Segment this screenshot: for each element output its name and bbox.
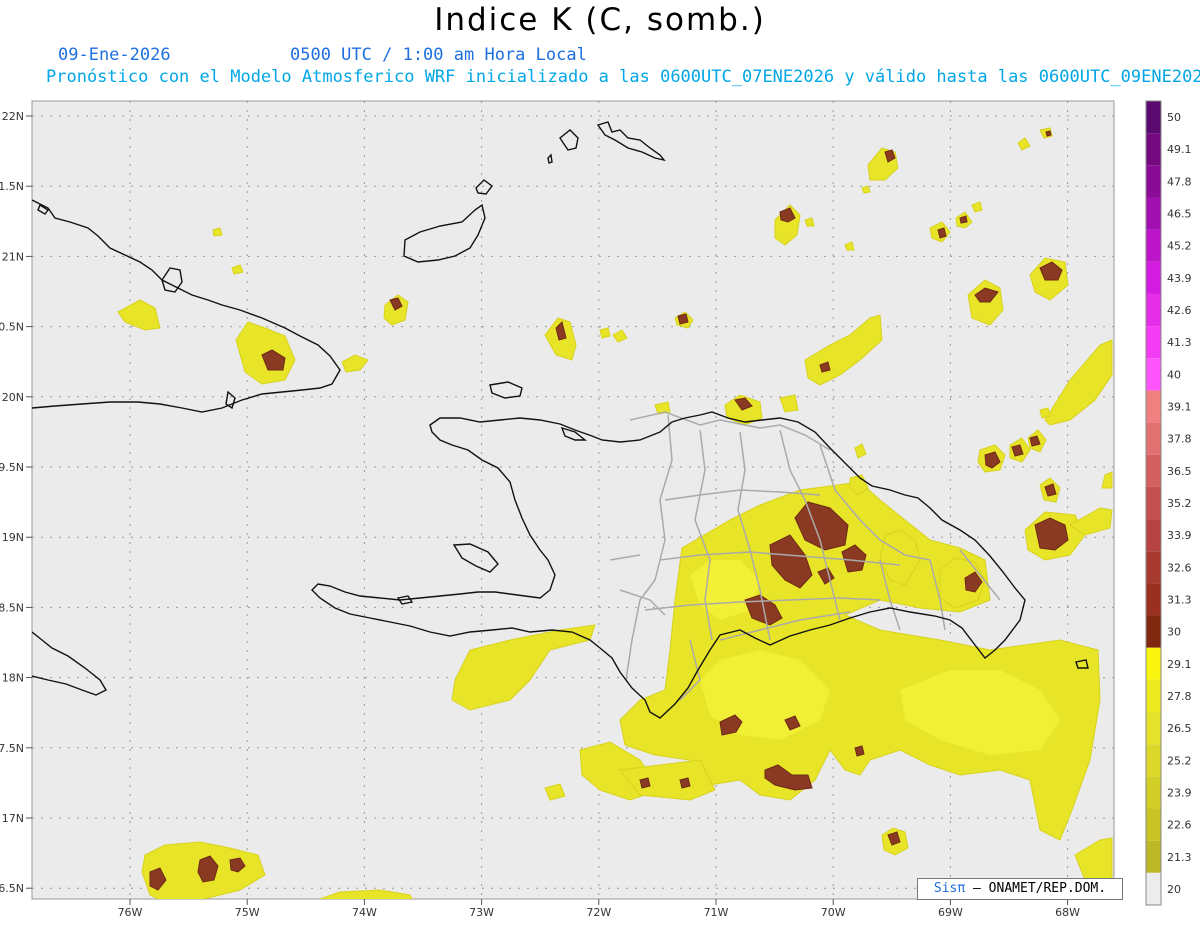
lon-label: 71W [704,906,729,919]
colorbar-label: 47.8 [1167,175,1192,188]
colorbar-label: 30 [1167,626,1181,639]
lat-label: 21.5N [0,180,24,193]
colorbar-label: 45.2 [1167,240,1192,253]
colorbar-swatch [1146,293,1161,327]
colorbar-swatch [1146,101,1161,134]
colorbar-label: 32.6 [1167,561,1192,574]
sispi-logo: Sisπ [933,881,966,896]
lon-label: 75W [235,906,260,919]
colorbar-label: 43.9 [1167,272,1192,285]
colorbar-swatch [1146,229,1161,262]
lat-label: 20.5N [0,321,24,334]
colorbar-label: 39.1 [1167,401,1192,414]
colorbar-swatch [1146,197,1161,230]
colorbar-label: 22.6 [1167,819,1192,832]
colorbar-swatch [1146,808,1161,841]
colorbar-label: 27.8 [1167,690,1192,703]
colorbar-swatch [1146,422,1161,455]
colorbar-swatch [1146,583,1161,616]
colorbar-swatch [1146,551,1161,584]
colorbar-swatch [1146,133,1161,166]
k-index-map: 22N 21.5N 21N 20.5N 20N 19.5N 19N 18.5N 18N 17.5N… [0,100,1192,919]
lat-label: 17.5N [0,742,24,755]
colorbar-swatch [1146,744,1161,777]
credit-box: Sisπ – ONAMET/REP.DOM. [917,878,1123,900]
colorbar-label: 41.3 [1167,336,1192,349]
colorbar-label: 23.9 [1167,786,1192,799]
lat-label: 16.5N [0,882,24,895]
colorbar-label: 25.2 [1167,754,1192,767]
colorbar-swatch [1146,454,1161,487]
colorbar-label: 21.3 [1167,851,1192,864]
colorbar-label: 26.5 [1167,722,1192,735]
colorbar-swatch [1146,358,1161,391]
colorbar-swatch [1146,647,1161,680]
lon-label: 74W [352,906,377,919]
colorbar-swatch [1146,519,1161,552]
lon-label: 70W [821,906,846,919]
latitude-labels: 22N 21.5N 21N 20.5N 20N 19.5N 19N 18.5N 18N 17.5N… [0,110,24,895]
lat-label: 18N [2,672,24,685]
lon-label: 76W [118,906,143,919]
colorbar-label: 35.2 [1167,497,1192,510]
lat-label: 20N [2,391,24,404]
colorbar-swatch [1146,872,1161,905]
colorbar-swatch [1146,679,1161,713]
colorbar-swatch [1146,486,1161,520]
lon-label: 69W [938,906,963,919]
colorbar-label: 20 [1167,883,1181,896]
map-frame [31,100,1115,900]
colorbar-swatch [1146,165,1161,198]
colorbar-swatch [1146,390,1161,423]
colorbar-label: 33.9 [1167,529,1192,542]
colorbar-swatch [1146,776,1161,809]
colorbar-swatch [1146,615,1161,648]
colorbar-swatch [1146,326,1161,359]
colorbar: 50 49.1 47.8 46.5 45.2 43.9 42.6 41.3 40 39.1 37.8… [1145,100,1192,906]
colorbar-swatch [1146,261,1161,294]
colorbar-label: 36.5 [1167,465,1192,478]
lat-label: 22N [2,110,24,123]
colorbar-label: 46.5 [1167,208,1192,221]
colorbar-label: 50 [1167,111,1181,124]
lat-label: 18.5N [0,601,24,614]
lat-label: 19.5N [0,461,24,474]
lat-label: 17N [2,812,24,825]
colorbar-label: 37.8 [1167,433,1192,446]
lon-label: 73W [469,906,494,919]
credit-text: – ONAMET/REP.DOM. [973,881,1107,896]
colorbar-label: 40 [1167,368,1181,381]
colorbar-label: 31.3 [1167,593,1192,606]
colorbar-label: 49.1 [1167,143,1192,156]
longitude-labels: 76W 75W 74W 73W 72W 71W 70W 69W 68W [118,906,1081,919]
colorbar-label: 42.6 [1167,304,1192,317]
colorbar-swatch [1146,712,1161,745]
lat-label: 19N [2,531,24,544]
colorbar-label: 29.1 [1167,658,1192,671]
colorbar-swatch [1146,840,1161,873]
lat-label: 21N [2,250,24,263]
lon-label: 72W [586,906,611,919]
lon-label: 68W [1055,906,1080,919]
